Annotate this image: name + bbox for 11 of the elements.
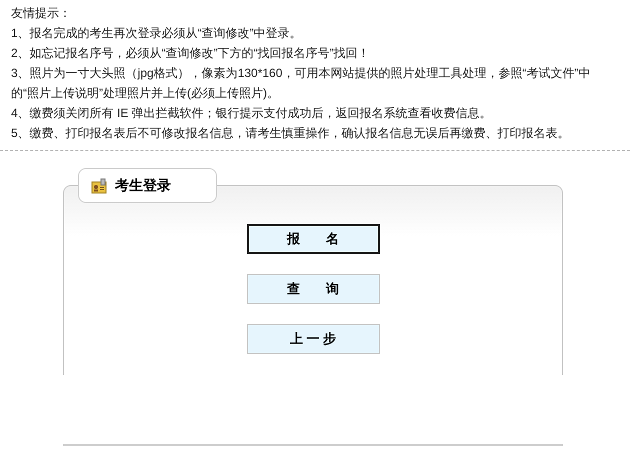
panel-title: 考生登录: [115, 176, 171, 195]
notice-title: 友情提示：: [11, 5, 72, 22]
notice-item: 1、报名完成的考生再次登录必须从“查询修改”中登录。: [11, 25, 303, 42]
id-card-icon: [91, 178, 107, 194]
notice-item: 2、如忘记报名序号，必须从“查询修改”下方的“找回报名序号”找回！: [11, 45, 371, 62]
menu-button[interactable]: 报 名: [246, 224, 380, 254]
notice-item: 5、缴费、打印报名表后不可修改报名信息，请考生慎重操作，确认报名信息无误后再缴费、打印报名表。: [11, 125, 571, 142]
notice-item: 4、缴费须关闭所有 IE 弹出拦截软件；银行提示支付成功后，返回报名系统查看收费信息。: [11, 105, 493, 122]
menu-button[interactable]: 查 询: [246, 274, 380, 304]
notice-item: 3、照片为一寸大头照（jpg格式），像素为130*160，可用本网站提供的照片处理工具处理，参照“考试文件”中的“照片上传说明”处理照片并上传(必须上传照片)。: [11, 65, 592, 102]
menu-button[interactable]: 上 一 步: [246, 324, 380, 354]
